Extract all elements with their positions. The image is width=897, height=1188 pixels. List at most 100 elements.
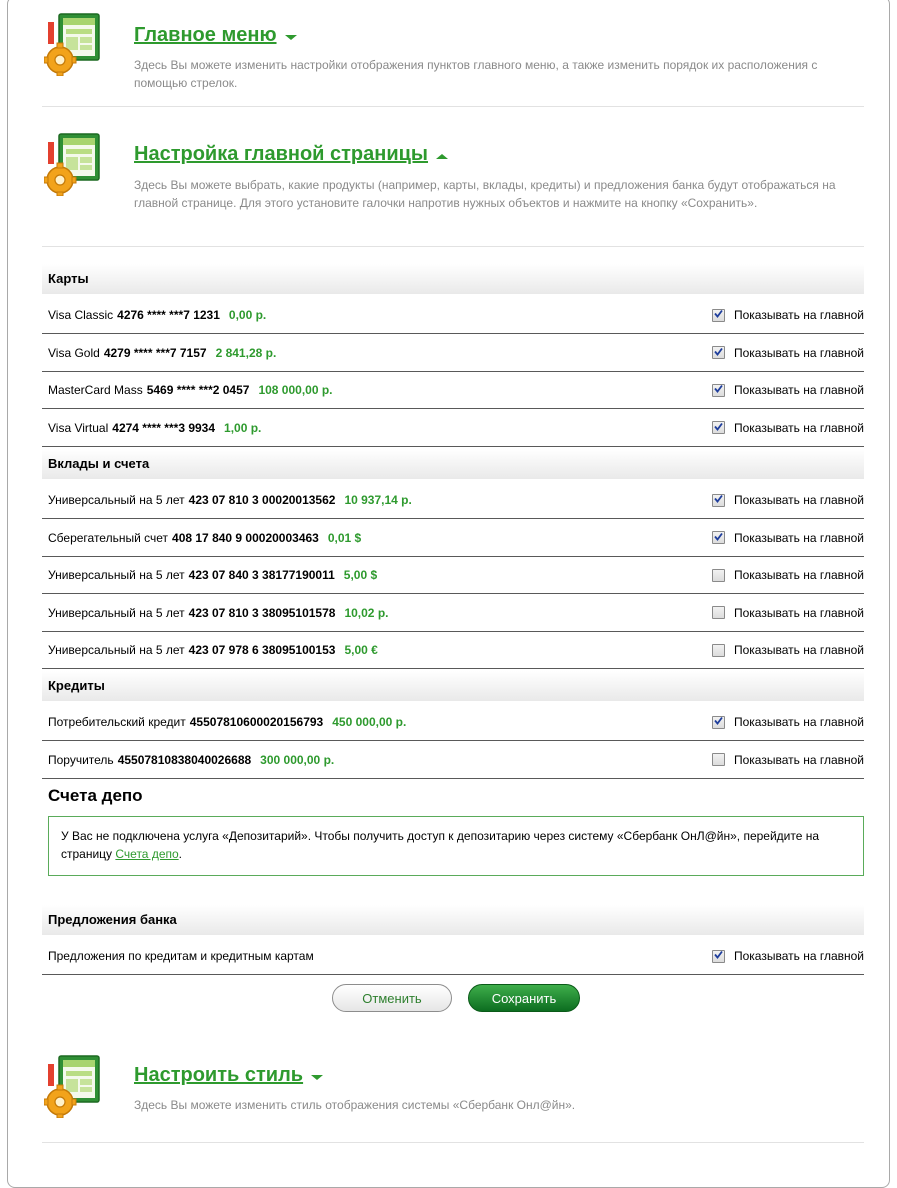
product-number: 45507810838040026688 bbox=[117, 752, 252, 767]
product-number: 4279 **** ***7 7157 bbox=[103, 345, 207, 360]
show-on-main-checkbox[interactable] bbox=[711, 531, 725, 544]
check-mark-icon bbox=[714, 384, 723, 396]
depo-info-box: У Вас не подключена услуга «Депозитарий»… bbox=[48, 816, 864, 876]
show-on-main-checkbox[interactable] bbox=[711, 383, 725, 397]
check-mark-icon bbox=[714, 716, 723, 728]
product-name: Универсальный на 5 лет bbox=[48, 568, 185, 582]
show-on-main-checkbox[interactable] bbox=[711, 753, 725, 766]
chevron-down-icon[interactable] bbox=[310, 1064, 324, 1087]
product-name: MasterCard Mass bbox=[48, 383, 143, 397]
show-on-main-option[interactable]: Показывать на главной bbox=[711, 530, 864, 545]
show-on-main-checkbox[interactable] bbox=[711, 606, 725, 619]
product-name: Предложения по кредитам и кредитным карт… bbox=[48, 949, 314, 963]
deposits-group-header: Вклады и счета bbox=[42, 449, 864, 479]
settings-gear-window-icon bbox=[43, 132, 102, 197]
product-balance: 10 937,14 р. bbox=[344, 493, 412, 507]
list-item: Универсальный на 5 лет 423 07 978 6 38095… bbox=[42, 632, 864, 669]
main-page-title-link[interactable]: Настройка главной страницы bbox=[134, 143, 449, 166]
show-on-main-label: Показывать на главной bbox=[733, 715, 864, 729]
show-on-main-checkbox[interactable] bbox=[711, 643, 725, 657]
main-menu-title-link[interactable]: Главное меню bbox=[134, 24, 298, 47]
show-on-main-checkbox[interactable] bbox=[711, 715, 725, 729]
depo-accounts-link[interactable]: Счета депо bbox=[115, 847, 178, 861]
show-on-main-option[interactable]: Показывать на главной bbox=[711, 493, 864, 507]
show-on-main-label: Показывать на главной bbox=[733, 420, 864, 435]
style-title: Настроить стиль bbox=[134, 1064, 304, 1086]
product-number: 423 07 840 3 38177190011 bbox=[188, 568, 335, 582]
product-name: Универсальный на 5 лет bbox=[48, 605, 185, 620]
show-on-main-checkbox[interactable] bbox=[711, 421, 725, 434]
list-item: Visa Gold 4279 **** ***7 7157 2 841,28 р. П… bbox=[42, 335, 864, 372]
product-number: 5469 **** ***2 0457 bbox=[146, 383, 250, 397]
product-balance: 1,00 р. bbox=[224, 420, 262, 435]
style-title-link[interactable]: Настроить стиль bbox=[134, 1064, 324, 1087]
show-on-main-label: Показывать на главной bbox=[733, 493, 864, 507]
check-mark-icon bbox=[714, 347, 723, 359]
main-menu-title: Главное меню bbox=[134, 24, 277, 46]
show-on-main-checkbox[interactable] bbox=[711, 949, 725, 963]
product-balance: 10,02 р. bbox=[344, 605, 389, 620]
show-on-main-option[interactable]: Показывать на главной bbox=[711, 949, 864, 963]
show-on-main-label: Показывать на главной bbox=[733, 345, 864, 360]
credits-group-header: Кредиты bbox=[42, 671, 864, 701]
show-on-main-option[interactable]: Показывать на главной bbox=[711, 752, 864, 767]
chevron-down-icon[interactable] bbox=[284, 24, 298, 47]
depo-title: Счета депо bbox=[48, 786, 143, 805]
show-on-main-checkbox[interactable] bbox=[711, 346, 725, 359]
chevron-up-icon[interactable] bbox=[435, 143, 449, 166]
list-item: MasterCard Mass 5469 **** ***2 0457 108 00… bbox=[42, 372, 864, 409]
show-on-main-checkbox[interactable] bbox=[711, 308, 725, 322]
product-name: Сберегательный счет bbox=[48, 530, 169, 545]
show-on-main-option[interactable]: Показывать на главной bbox=[711, 715, 864, 729]
divider bbox=[42, 1142, 864, 1143]
product-balance: 5,00 $ bbox=[343, 568, 378, 582]
product-balance: 450 000,00 р. bbox=[332, 715, 407, 729]
show-on-main-option[interactable]: Показывать на главной bbox=[711, 643, 864, 657]
list-item: Сберегательный счет 408 17 840 9 00020003… bbox=[42, 520, 864, 557]
save-button[interactable]: Сохранить bbox=[468, 984, 580, 1012]
list-item: Универсальный на 5 лет 423 07 840 3 38177… bbox=[42, 557, 864, 594]
list-item: Универсальный на 5 лет 423 07 810 3 00020… bbox=[42, 482, 864, 519]
product-number: 4274 **** ***3 9934 bbox=[112, 420, 216, 435]
show-on-main-label: Показывать на главной bbox=[733, 308, 864, 322]
main-page-title: Настройка главной страницы bbox=[134, 143, 429, 165]
list-item: Универсальный на 5 лет 423 07 810 3 38095… bbox=[42, 595, 864, 632]
show-on-main-label: Показывать на главной bbox=[733, 568, 864, 582]
divider bbox=[42, 106, 864, 107]
show-on-main-option[interactable]: Показывать на главной bbox=[711, 420, 864, 435]
product-balance: 2 841,28 р. bbox=[215, 345, 277, 360]
show-on-main-checkbox[interactable] bbox=[711, 493, 725, 507]
show-on-main-checkbox[interactable] bbox=[711, 568, 725, 582]
show-on-main-label: Показывать на главной bbox=[733, 605, 864, 620]
cancel-button[interactable]: Отменить bbox=[332, 984, 452, 1012]
show-on-main-option[interactable]: Показывать на главной bbox=[711, 568, 864, 582]
product-name: Visa Gold bbox=[48, 345, 100, 360]
product-balance: 108 000,00 р. bbox=[258, 383, 333, 397]
show-on-main-option[interactable]: Показывать на главной bbox=[711, 383, 864, 397]
show-on-main-label: Показывать на главной bbox=[733, 530, 864, 545]
product-name: Visa Classic bbox=[48, 308, 114, 322]
product-number: 423 07 810 3 38095101578 bbox=[188, 605, 336, 620]
product-name: Поручитель bbox=[48, 752, 114, 767]
product-name: Потребительский кредит bbox=[48, 715, 186, 729]
product-balance: 0,00 р. bbox=[228, 308, 267, 322]
product-number: 4276 **** ***7 1231 bbox=[117, 308, 220, 322]
show-on-main-label: Показывать на главной bbox=[733, 383, 864, 397]
depo-message-end: . bbox=[178, 847, 183, 861]
product-balance: 5,00 € bbox=[344, 643, 378, 657]
product-name: Visa Virtual bbox=[48, 420, 109, 435]
product-name: Универсальный на 5 лет bbox=[48, 493, 185, 507]
show-on-main-option[interactable]: Показывать на главной bbox=[711, 605, 864, 620]
list-item: Потребительский кредит 455078106000201567… bbox=[42, 704, 864, 741]
cards-group-header: Карты bbox=[42, 264, 864, 294]
show-on-main-label: Показывать на главной bbox=[733, 752, 864, 767]
check-mark-icon bbox=[714, 950, 723, 962]
product-number: 45507810600020156793 bbox=[189, 715, 324, 729]
check-mark-icon bbox=[714, 532, 723, 544]
show-on-main-option[interactable]: Показывать на главной bbox=[711, 345, 864, 360]
show-on-main-option[interactable]: Показывать на главной bbox=[711, 308, 864, 322]
style-description: Здесь Вы можете изменить стиль отображен… bbox=[134, 1098, 576, 1112]
main-page-description: Здесь Вы можете выбрать, какие продукты … bbox=[134, 178, 836, 210]
list-item: Поручитель 45507810838040026688 300 000,00… bbox=[42, 742, 864, 779]
check-mark-icon bbox=[714, 309, 723, 321]
